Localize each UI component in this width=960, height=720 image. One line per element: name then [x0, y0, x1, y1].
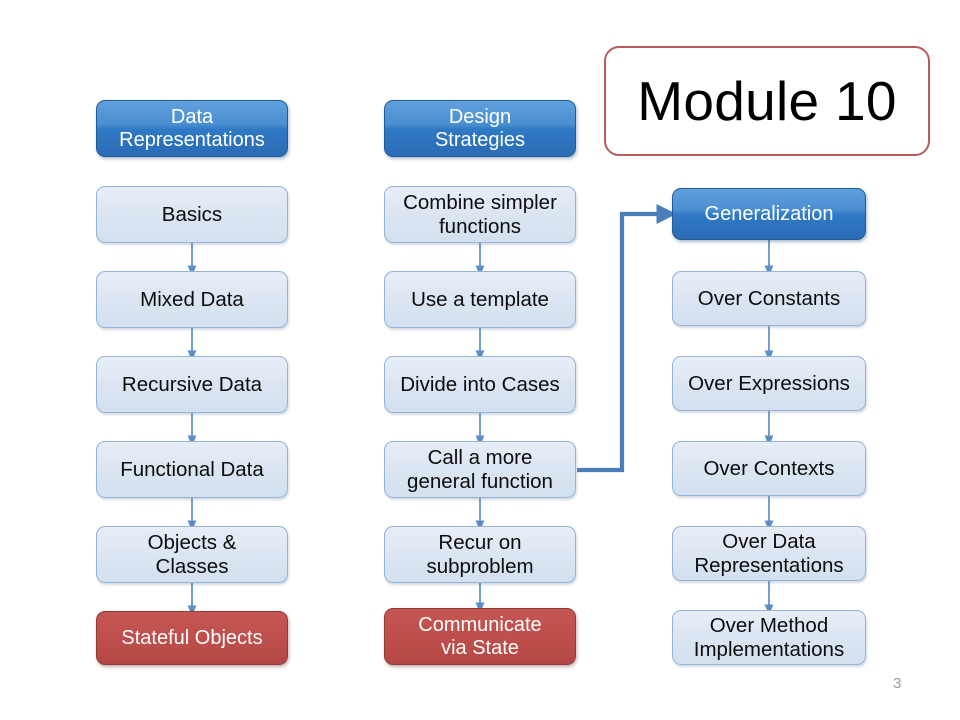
page-number: 3 — [893, 675, 902, 692]
node-recur-on-subproblem: Recur on subproblem — [384, 526, 576, 583]
slide-title-box: Module 10 — [604, 46, 930, 156]
elbow-connector-call-to-generalization — [577, 203, 677, 473]
node-combine-simpler-functions: Combine simpler functions — [384, 186, 576, 243]
column-header-generalization: Generalization — [672, 188, 866, 240]
node-over-expressions: Over Expressions — [672, 356, 866, 411]
node-communicate-via-state: Communicate via State — [384, 608, 576, 665]
node-over-constants: Over Constants — [672, 271, 866, 326]
node-divide-into-cases: Divide into Cases — [384, 356, 576, 413]
slide-canvas: Data Representations Basics Mixed Data Recu… — [0, 0, 960, 720]
node-stateful-objects: Stateful Objects — [96, 611, 288, 665]
node-over-method-implementations: Over Method Implementations — [672, 610, 866, 665]
column-header-data-representations: Data Representations — [96, 100, 288, 157]
node-objects-and-classes: Objects & Classes — [96, 526, 288, 583]
node-recursive-data: Recursive Data — [96, 356, 288, 413]
node-functional-data: Functional Data — [96, 441, 288, 498]
node-mixed-data: Mixed Data — [96, 271, 288, 328]
node-call-a-more-general-function: Call a more general function — [384, 441, 576, 498]
node-over-data-representations: Over Data Representations — [672, 526, 866, 581]
page-title: Module 10 — [637, 70, 897, 132]
node-use-a-template: Use a template — [384, 271, 576, 328]
column-header-design-strategies: Design Strategies — [384, 100, 576, 157]
node-over-contexts: Over Contexts — [672, 441, 866, 496]
node-basics: Basics — [96, 186, 288, 243]
